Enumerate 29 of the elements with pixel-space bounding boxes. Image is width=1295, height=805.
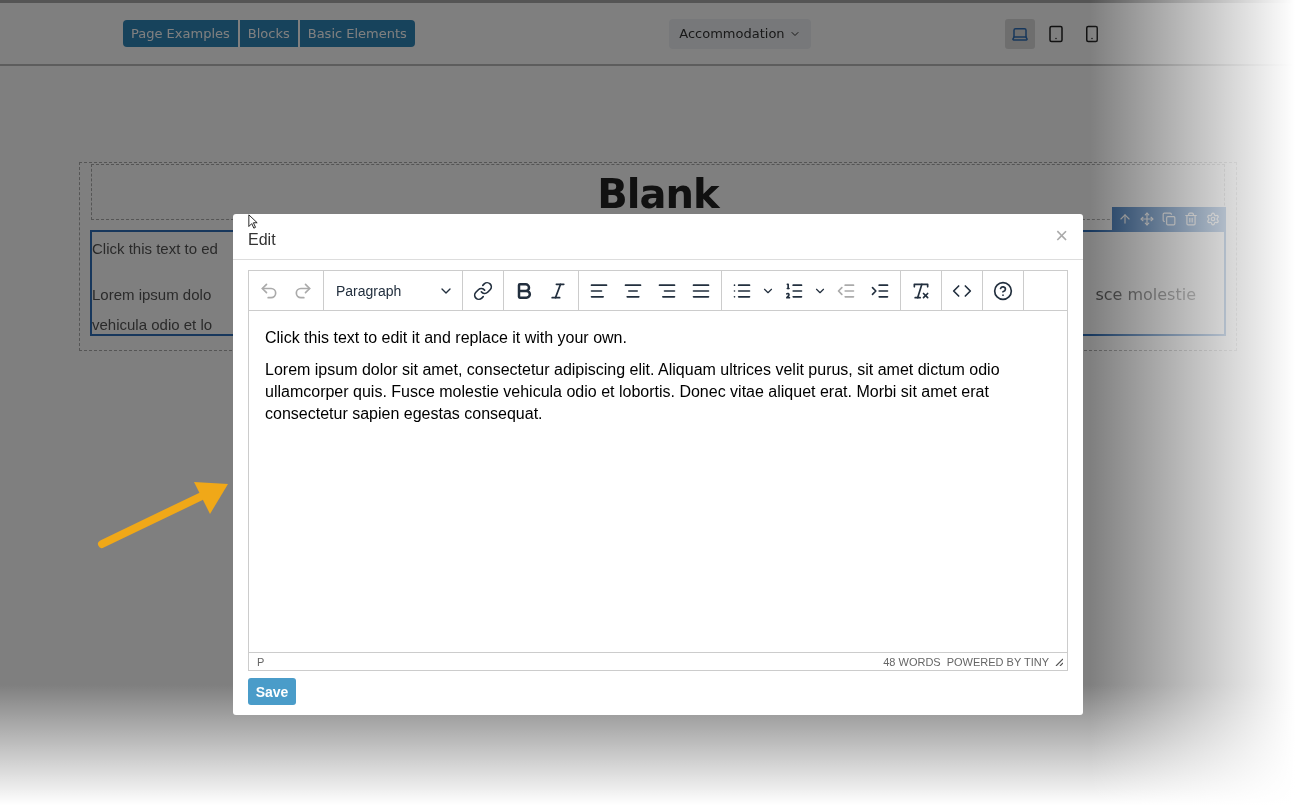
phone-icon bbox=[1083, 23, 1101, 44]
branding-link[interactable]: POWERED BY TINY bbox=[946, 655, 1049, 668]
nav-tab[interactable]: Blocks bbox=[239, 20, 298, 47]
page-select[interactable]: Accommodation bbox=[669, 18, 811, 49]
block-text: Click this text to ed bbox=[92, 239, 218, 259]
save-button[interactable]: Save bbox=[248, 678, 296, 705]
help-icon bbox=[993, 280, 1013, 301]
close-button[interactable]: × bbox=[1055, 223, 1068, 249]
format-select[interactable]: Paragraph bbox=[328, 274, 458, 307]
redo-icon bbox=[293, 280, 313, 301]
tablet-icon bbox=[1047, 23, 1065, 44]
editor-paragraph: Click this text to edit it and replace it with your own. bbox=[265, 328, 628, 348]
rich-text-editor[interactable] bbox=[248, 270, 1068, 671]
link-icon bbox=[473, 280, 493, 301]
italic-icon bbox=[548, 280, 568, 301]
arrow-up-icon[interactable] bbox=[1118, 211, 1132, 226]
nav-tab[interactable]: Basic Elements bbox=[299, 20, 415, 47]
page-heading: Blank bbox=[597, 170, 719, 219]
block-text: Lorem ipsum dolo bbox=[92, 285, 213, 305]
dialog-title: Edit bbox=[248, 231, 276, 249]
undo-icon bbox=[259, 280, 279, 301]
resize-handle-icon[interactable] bbox=[1055, 657, 1063, 666]
device-button[interactable] bbox=[1005, 18, 1035, 49]
word-count: 48 WORDS bbox=[883, 655, 941, 668]
block-text: vehicula odio et lo bbox=[92, 315, 214, 335]
nav-tab[interactable]: Page Examples bbox=[123, 20, 238, 47]
block-text: sce molestie bbox=[1095, 284, 1196, 306]
editor-paragraph: Lorem ipsum dolor sit amet, consectetur adipiscing elit. Aliquam ultrices velit purus, sit amet dictum odio ullamcorper quis. Fusce molestie vehicula odio et lobortis. Donec vitae aliquet erat. Morbi sit amet erat consectetur sapien egestas consequat. bbox=[265, 360, 1001, 424]
element-path: P bbox=[257, 655, 265, 668]
